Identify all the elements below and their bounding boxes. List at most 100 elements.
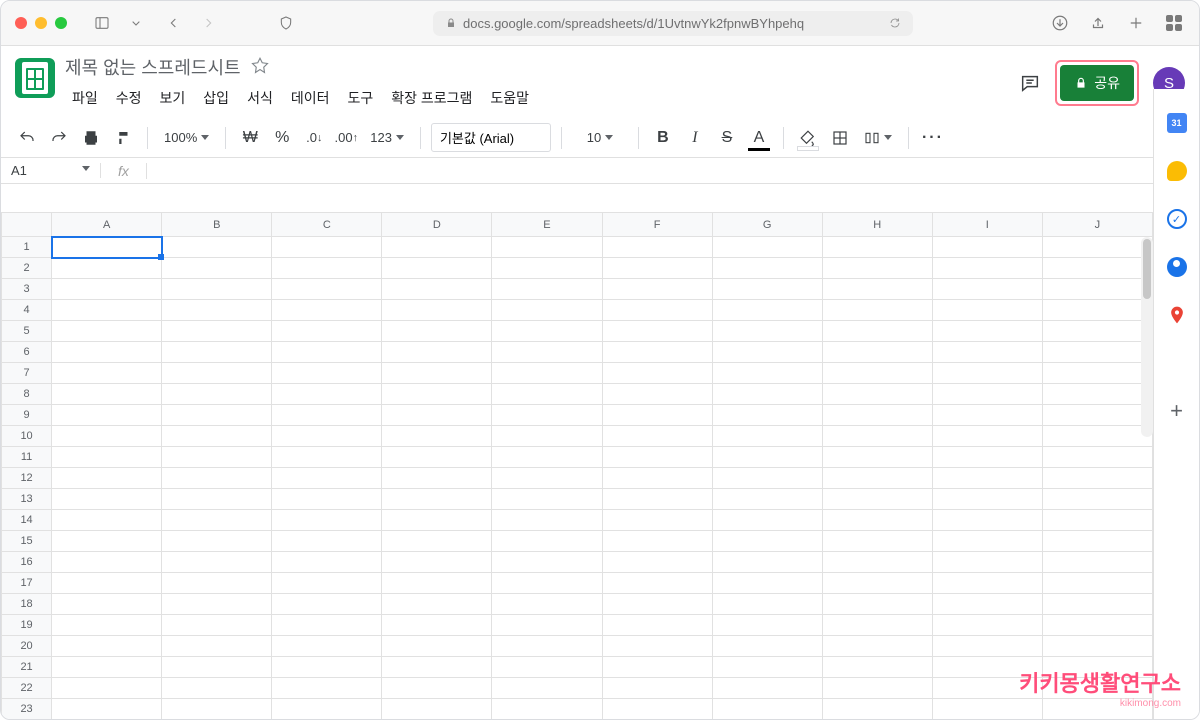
cell-G5[interactable] xyxy=(712,321,822,342)
cell-B17[interactable] xyxy=(162,573,272,594)
cell-A5[interactable] xyxy=(52,321,162,342)
cell-E19[interactable] xyxy=(492,615,602,636)
cell-C19[interactable] xyxy=(272,615,382,636)
cell-B20[interactable] xyxy=(162,636,272,657)
cell-D1[interactable] xyxy=(382,237,492,258)
cell-G6[interactable] xyxy=(712,342,822,363)
cell-D6[interactable] xyxy=(382,342,492,363)
row-header-21[interactable]: 21 xyxy=(2,657,52,678)
cell-C22[interactable] xyxy=(272,678,382,699)
cell-J12[interactable] xyxy=(1042,468,1152,489)
tasks-icon[interactable] xyxy=(1167,209,1187,229)
cell-J9[interactable] xyxy=(1042,405,1152,426)
col-header-I[interactable]: I xyxy=(932,213,1042,237)
calendar-icon[interactable] xyxy=(1167,113,1187,133)
col-header-E[interactable]: E xyxy=(492,213,602,237)
cell-G18[interactable] xyxy=(712,594,822,615)
cell-C20[interactable] xyxy=(272,636,382,657)
row-header-3[interactable]: 3 xyxy=(2,279,52,300)
cell-G1[interactable] xyxy=(712,237,822,258)
cell-A11[interactable] xyxy=(52,447,162,468)
cell-D14[interactable] xyxy=(382,510,492,531)
cell-B23[interactable] xyxy=(162,699,272,720)
menu-확장 프로그램[interactable]: 확장 프로그램 xyxy=(384,84,479,112)
cell-C2[interactable] xyxy=(272,258,382,279)
cell-B7[interactable] xyxy=(162,363,272,384)
cell-H23[interactable] xyxy=(822,699,932,720)
tabs-grid-icon[interactable] xyxy=(1163,12,1185,34)
cell-B16[interactable] xyxy=(162,552,272,573)
cell-E4[interactable] xyxy=(492,300,602,321)
cell-I17[interactable] xyxy=(932,573,1042,594)
cell-D16[interactable] xyxy=(382,552,492,573)
cell-G13[interactable] xyxy=(712,489,822,510)
cell-D5[interactable] xyxy=(382,321,492,342)
cell-A12[interactable] xyxy=(52,468,162,489)
cell-C14[interactable] xyxy=(272,510,382,531)
cell-F16[interactable] xyxy=(602,552,712,573)
cell-E5[interactable] xyxy=(492,321,602,342)
cell-J3[interactable] xyxy=(1042,279,1152,300)
col-header-D[interactable]: D xyxy=(382,213,492,237)
cell-I10[interactable] xyxy=(932,426,1042,447)
cell-A9[interactable] xyxy=(52,405,162,426)
row-header-10[interactable]: 10 xyxy=(2,426,52,447)
cell-G3[interactable] xyxy=(712,279,822,300)
cell-F21[interactable] xyxy=(602,657,712,678)
cell-F10[interactable] xyxy=(602,426,712,447)
cell-A23[interactable] xyxy=(52,699,162,720)
comments-icon[interactable] xyxy=(1019,72,1041,94)
cell-G9[interactable] xyxy=(712,405,822,426)
cell-B13[interactable] xyxy=(162,489,272,510)
chevron-down-icon[interactable] xyxy=(125,12,147,34)
cell-F3[interactable] xyxy=(602,279,712,300)
bold-button[interactable]: B xyxy=(649,124,677,152)
currency-button[interactable]: ₩ xyxy=(236,124,264,152)
cell-D9[interactable] xyxy=(382,405,492,426)
row-header-14[interactable]: 14 xyxy=(2,510,52,531)
cell-B15[interactable] xyxy=(162,531,272,552)
row-header-16[interactable]: 16 xyxy=(2,552,52,573)
cell-I19[interactable] xyxy=(932,615,1042,636)
cell-F7[interactable] xyxy=(602,363,712,384)
cell-B14[interactable] xyxy=(162,510,272,531)
cell-B4[interactable] xyxy=(162,300,272,321)
cell-A19[interactable] xyxy=(52,615,162,636)
share-icon[interactable] xyxy=(1087,12,1109,34)
star-icon[interactable] xyxy=(251,56,269,79)
cell-I11[interactable] xyxy=(932,447,1042,468)
cell-G19[interactable] xyxy=(712,615,822,636)
cell-E3[interactable] xyxy=(492,279,602,300)
cell-I9[interactable] xyxy=(932,405,1042,426)
select-all-corner[interactable] xyxy=(2,213,52,237)
cell-F12[interactable] xyxy=(602,468,712,489)
sheets-logo-icon[interactable] xyxy=(15,58,55,98)
cell-H12[interactable] xyxy=(822,468,932,489)
menu-서식[interactable]: 서식 xyxy=(240,84,280,112)
row-header-11[interactable]: 11 xyxy=(2,447,52,468)
font-select[interactable]: 기본값 (Arial) xyxy=(431,123,551,152)
cell-H1[interactable] xyxy=(822,237,932,258)
cell-E10[interactable] xyxy=(492,426,602,447)
cell-H10[interactable] xyxy=(822,426,932,447)
cell-G4[interactable] xyxy=(712,300,822,321)
cell-H2[interactable] xyxy=(822,258,932,279)
cell-D18[interactable] xyxy=(382,594,492,615)
cell-E23[interactable] xyxy=(492,699,602,720)
cell-G16[interactable] xyxy=(712,552,822,573)
cell-H14[interactable] xyxy=(822,510,932,531)
row-header-6[interactable]: 6 xyxy=(2,342,52,363)
cell-H21[interactable] xyxy=(822,657,932,678)
cell-A15[interactable] xyxy=(52,531,162,552)
cell-C4[interactable] xyxy=(272,300,382,321)
menu-보기[interactable]: 보기 xyxy=(153,84,193,112)
cell-F22[interactable] xyxy=(602,678,712,699)
more-toolbar-button[interactable]: ··· xyxy=(919,124,947,152)
row-header-1[interactable]: 1 xyxy=(2,237,52,258)
cell-F23[interactable] xyxy=(602,699,712,720)
cell-G7[interactable] xyxy=(712,363,822,384)
cell-D21[interactable] xyxy=(382,657,492,678)
cell-D8[interactable] xyxy=(382,384,492,405)
cell-H5[interactable] xyxy=(822,321,932,342)
document-title[interactable]: 제목 없는 스프레드시트 xyxy=(65,54,241,80)
